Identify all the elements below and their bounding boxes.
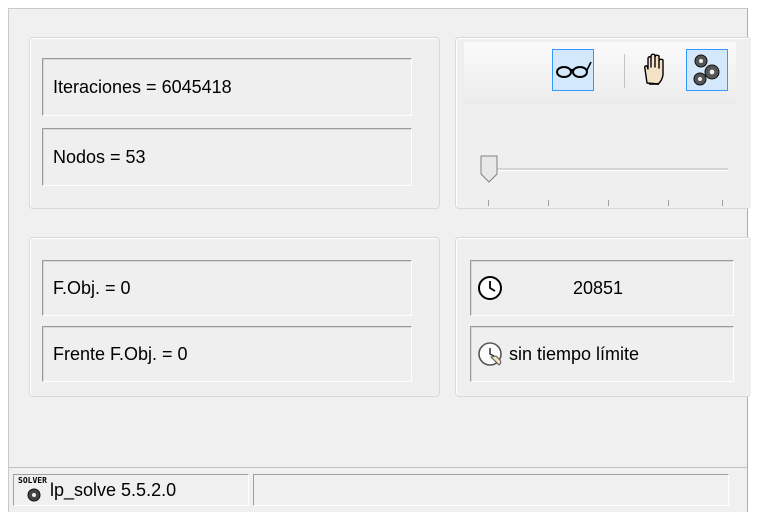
fobj-text: F.Obj. = 0: [53, 277, 131, 298]
glasses-button[interactable]: [552, 49, 594, 91]
gears-button[interactable]: [686, 49, 728, 91]
hand-icon: [644, 53, 664, 85]
solver-logo-text: SOLVER: [18, 476, 47, 485]
status-message-pane: [253, 474, 729, 506]
iterations-text: Iteraciones = 6045418: [53, 76, 232, 97]
slider-tick: [548, 200, 549, 206]
status-app-pane: SOLVER lp_solve 5.5.2.0: [13, 474, 249, 506]
hand-button[interactable]: [634, 49, 676, 91]
stats-panel: Iteraciones = 6045418 Nodos = 53: [29, 37, 440, 209]
slider-tick: [608, 200, 609, 206]
glasses-icon: [556, 61, 592, 78]
elapsed-time-field: 20851: [470, 260, 734, 316]
speed-slider-thumb[interactable]: [480, 155, 498, 183]
clock-icon: [478, 276, 502, 300]
toolbar-separator: [624, 54, 625, 88]
nodes-field: Nodos = 53: [42, 128, 412, 186]
speed-slider-track[interactable]: [488, 168, 728, 171]
gear-icon: [27, 488, 41, 502]
app-name: lp_solve 5.5.2.0: [50, 479, 177, 500]
objective-panel: F.Obj. = 0 Frente F.Obj. = 0: [29, 237, 440, 397]
gears-icon: [693, 54, 720, 86]
solver-logo: SOLVER: [18, 476, 47, 504]
solver-window: Iteraciones = 6045418 Nodos = 53 F.Obj. …: [8, 8, 751, 512]
time-limit-text: sin tiempo límite: [509, 343, 640, 364]
control-panel: [455, 37, 751, 209]
elapsed-time-text: 20851: [573, 277, 624, 298]
timer-panel: 20851 sin tiempo límite: [455, 237, 751, 397]
nodes-text: Nodos = 53: [53, 146, 146, 167]
toolbar: [464, 42, 736, 104]
frente-fobj-text: Frente F.Obj. = 0: [53, 343, 188, 364]
time-limit-icon: [478, 342, 502, 366]
time-limit-field: sin tiempo límite: [470, 326, 734, 382]
status-bar: SOLVER lp_solve 5.5.2.0: [9, 467, 747, 512]
slider-tick: [722, 200, 723, 206]
fobj-field: F.Obj. = 0: [42, 260, 412, 316]
iterations-field: Iteraciones = 6045418: [42, 58, 412, 116]
frente-fobj-field: Frente F.Obj. = 0: [42, 326, 412, 382]
slider-tick: [668, 200, 669, 206]
slider-tick: [488, 200, 489, 206]
